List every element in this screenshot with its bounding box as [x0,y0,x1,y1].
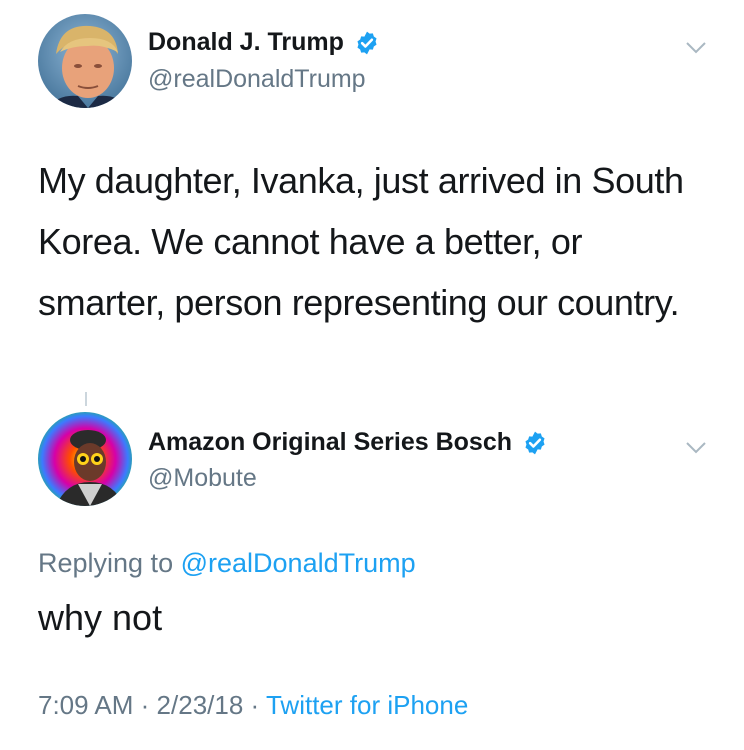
author-avatar-image [38,14,132,108]
author-avatar[interactable] [38,14,132,108]
replying-to-prefix: Replying to [38,548,174,578]
chevron-down-icon[interactable] [684,440,708,456]
tweet-text: My daughter, Ivanka, just arrived in Sou… [38,160,684,323]
chevron-down-icon[interactable] [684,40,708,56]
reply-author-avatar-image [38,412,132,506]
author-name-row: Donald J. Trump [148,28,380,57]
timestamp-time[interactable]: 7:09 AM [38,690,133,720]
meta-separator: · [140,690,150,720]
tweet-source-link[interactable]: Twitter for iPhone [266,690,468,720]
reply-author-name-row: Amazon Original Series Bosch [148,428,548,457]
replying-to-line: Replying to @realDonaldTrump [38,548,416,579]
reply-author-handle[interactable]: @Mobute [148,464,257,493]
author-handle[interactable]: @realDonaldTrump [148,65,366,94]
verified-badge-icon [357,31,377,54]
tweet-metadata: 7:09 AM · 2/23/18 · Twitter for iPhone [38,690,468,721]
meta-separator: · [250,690,260,720]
reply-text: why not [38,597,163,638]
author-display-name[interactable]: Donald J. Trump [148,28,344,57]
reply-author-display-name[interactable]: Amazon Original Series Bosch [148,428,512,457]
thread-connector-line [85,392,87,406]
reply-author-avatar[interactable] [38,412,132,506]
verified-badge-icon [525,431,545,454]
timestamp-date[interactable]: 2/23/18 [157,690,244,720]
replying-to-mention-link[interactable]: @realDonaldTrump [181,548,416,578]
